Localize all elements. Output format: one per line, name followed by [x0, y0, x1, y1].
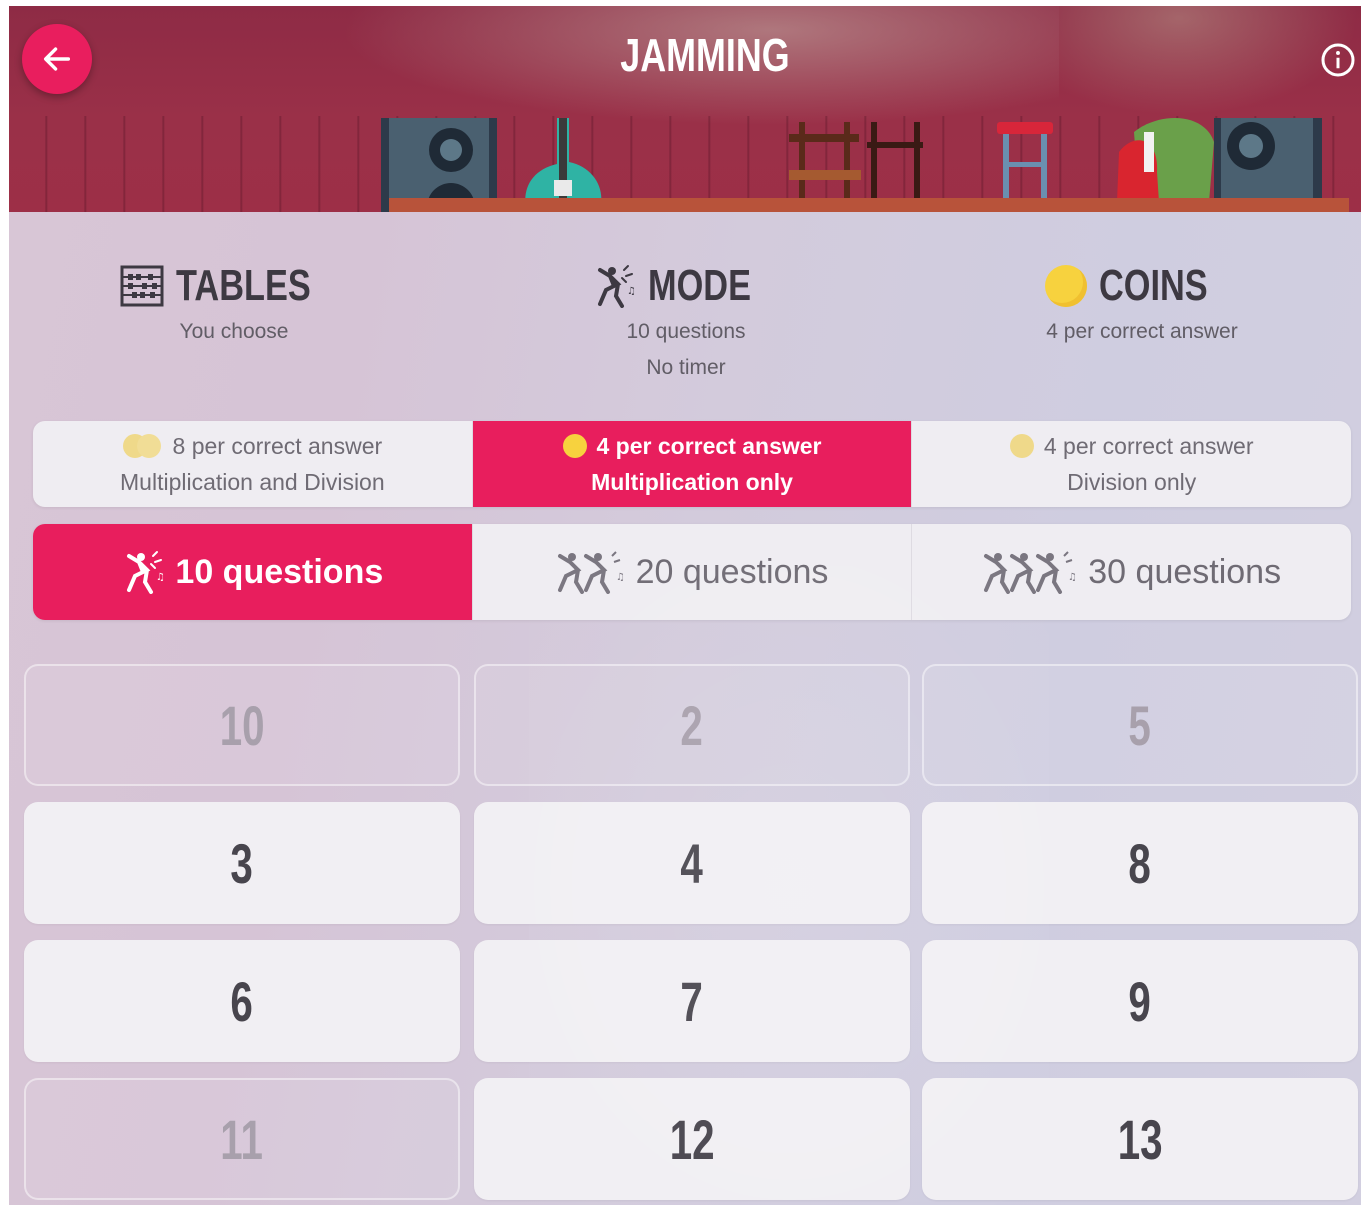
table-button-13[interactable]: 13: [922, 1078, 1358, 1200]
table-button-12[interactable]: 12: [474, 1078, 910, 1200]
tables-title: TABLES: [175, 261, 311, 310]
table-button-9[interactable]: 9: [922, 940, 1358, 1062]
table-number: 12: [669, 1107, 715, 1171]
dancer-icon: ♫: [598, 265, 636, 308]
table-number: 8: [1128, 831, 1152, 895]
operation-selector: 8 per correct answer Multiplication and …: [33, 421, 1351, 507]
option-10-questions[interactable]: ♫ 10 questions: [33, 524, 473, 620]
coin-icon: [1009, 434, 1034, 458]
option-label: Multiplication and Division: [120, 468, 385, 495]
coins-value: 4 per correct answer: [1046, 320, 1238, 343]
option-multiplication-and-division[interactable]: 8 per correct answer Multiplication and …: [33, 421, 473, 507]
app-window: JAMMING TABLES You choose ♫ MODE 10 ques…: [9, 6, 1361, 1205]
table-number: 6: [230, 969, 254, 1033]
table-button-6[interactable]: 6: [24, 940, 460, 1062]
mode-questions: 10 questions: [626, 320, 746, 343]
table-button-10[interactable]: 10: [24, 664, 460, 786]
info-tables: TABLES You choose: [9, 258, 459, 350]
table-number: 11: [220, 1107, 264, 1171]
option-reward: 4 per correct answer: [1043, 432, 1254, 459]
back-button[interactable]: [22, 24, 92, 94]
mode-title: MODE: [648, 261, 751, 310]
table-button-8[interactable]: 8: [922, 802, 1358, 924]
info-icon[interactable]: [1320, 42, 1356, 78]
table-button-7[interactable]: 7: [474, 940, 910, 1062]
table-button-3[interactable]: 3: [24, 802, 460, 924]
info-coins: COINS 4 per correct answer: [917, 258, 1361, 350]
double-coin-icon: [122, 434, 163, 458]
table-number: 9: [1128, 969, 1152, 1033]
table-number: 7: [680, 969, 704, 1033]
info-mode: ♫ MODE 10 questions No timer: [461, 258, 911, 386]
option-label: 10 questions: [175, 552, 384, 591]
table-number: 10: [219, 693, 265, 757]
arrow-left-icon: [43, 47, 71, 71]
table-button-11[interactable]: 11: [24, 1078, 460, 1200]
three-dancers-icon: ♫: [984, 551, 1077, 594]
table-number: 5: [1128, 693, 1152, 757]
option-20-questions[interactable]: ♫ 20 questions: [472, 524, 913, 620]
table-button-5[interactable]: 5: [922, 664, 1358, 786]
option-label: 20 questions: [635, 552, 829, 591]
table-button-4[interactable]: 4: [474, 802, 910, 924]
stage-floor: [389, 198, 1349, 212]
coins-title: COINS: [1099, 261, 1209, 310]
header-banner: JAMMING: [9, 6, 1361, 212]
page-title: JAMMING: [620, 29, 790, 81]
abacus-icon: [120, 265, 164, 307]
dancer-icon: ♫: [127, 551, 165, 594]
stage-illustration: [381, 118, 1322, 212]
table-number: 4: [680, 831, 704, 895]
option-division-only[interactable]: 4 per correct answer Division only: [912, 421, 1351, 507]
coin-icon: [562, 434, 587, 458]
two-dancers-icon: ♫: [557, 551, 625, 594]
svg-text:♫: ♫: [616, 572, 625, 583]
coin-icon: [1045, 265, 1088, 307]
option-label: Multiplication only: [591, 468, 793, 495]
option-reward: 8 per correct answer: [172, 432, 383, 459]
option-multiplication-only[interactable]: 4 per correct answer Multiplication only: [472, 421, 913, 507]
table-number: 13: [1117, 1107, 1163, 1171]
option-label: 30 questions: [1088, 552, 1282, 591]
svg-text:♫: ♫: [627, 286, 636, 297]
option-label: Division only: [1067, 468, 1197, 495]
table-number: 2: [680, 693, 704, 757]
table-number: 3: [230, 831, 254, 895]
mode-timer: No timer: [646, 356, 726, 379]
question-count-selector: ♫ 10 questions ♫ 20 questions ♫ 30 quest…: [33, 524, 1351, 620]
option-reward: 4 per correct answer: [596, 432, 822, 459]
svg-text:♫: ♫: [156, 572, 165, 583]
table-button-2[interactable]: 2: [474, 664, 910, 786]
tables-value: You choose: [179, 320, 289, 343]
option-30-questions[interactable]: ♫ 30 questions: [912, 524, 1351, 620]
svg-text:♫: ♫: [1068, 572, 1077, 583]
